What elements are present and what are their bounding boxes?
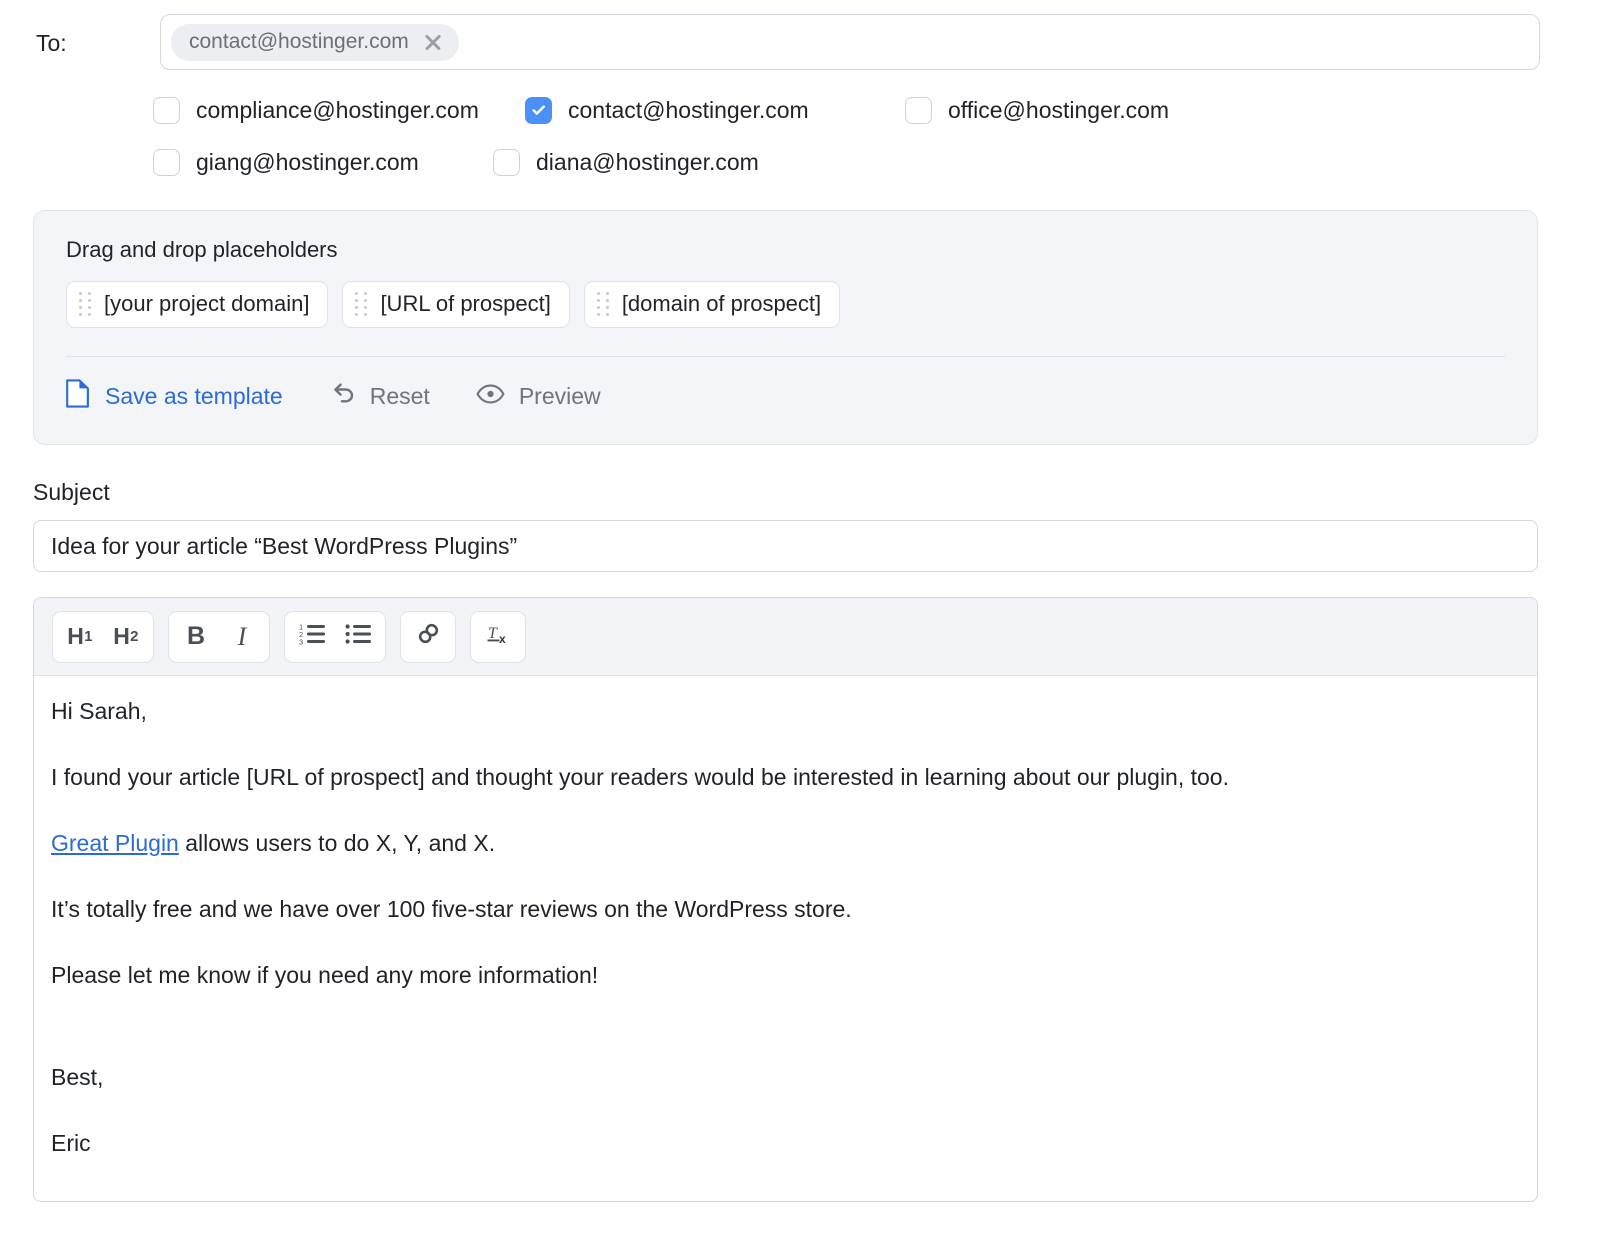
ordered-list-button[interactable]: 1 2 3 — [289, 615, 335, 659]
toolbar-group-inline: B I — [168, 611, 270, 663]
svg-text:x: x — [499, 632, 506, 646]
clear-format-icon: T x — [485, 621, 512, 653]
placeholder-chip-label: [URL of prospect] — [380, 291, 550, 317]
checkbox-icon[interactable] — [153, 149, 180, 176]
close-icon[interactable] — [423, 32, 443, 52]
to-input-field[interactable]: contact@hostinger.com — [160, 14, 1540, 70]
editor-toolbar: H1 H2 B I 1 2 3 — [34, 598, 1537, 676]
to-label: To: — [0, 14, 160, 72]
recipient-option-label: contact@hostinger.com — [568, 97, 809, 124]
placeholder-chip-label: [domain of prospect] — [622, 291, 821, 317]
editor-body[interactable]: Hi Sarah, I found your article [URL of p… — [34, 676, 1537, 1159]
recipient-option-diana[interactable]: diana@hostinger.com — [493, 149, 759, 176]
rich-text-editor: H1 H2 B I 1 2 3 — [33, 597, 1538, 1202]
subject-label: Subject — [33, 479, 1600, 506]
recipient-chip-label: contact@hostinger.com — [189, 30, 409, 54]
svg-text:3: 3 — [299, 637, 303, 646]
recipient-option-office[interactable]: office@hostinger.com — [905, 97, 1169, 124]
recipient-checkbox-list: compliance@hostinger.com contact@hosting… — [0, 72, 1600, 188]
save-as-template-button[interactable]: Save as template — [66, 379, 283, 414]
toolbar-group-headings: H1 H2 — [52, 611, 154, 663]
recipient-option-label: compliance@hostinger.com — [196, 97, 479, 124]
link-icon — [415, 620, 442, 653]
body-paragraph-2: Great Plugin allows users to do X, Y, an… — [51, 828, 1507, 859]
recipient-option-label: office@hostinger.com — [948, 97, 1169, 124]
drag-handle-icon[interactable] — [597, 292, 610, 316]
placeholder-chip-project-domain[interactable]: [your project domain] — [66, 281, 328, 328]
placeholder-chip-label: [your project domain] — [104, 291, 309, 317]
recipient-chip[interactable]: contact@hostinger.com — [171, 24, 459, 61]
numbered-list-icon: 1 2 3 — [299, 622, 326, 652]
toolbar-group-clear: T x — [470, 611, 526, 663]
body-signoff: Best, — [51, 1062, 1507, 1093]
reset-label: Reset — [370, 383, 430, 410]
checkbox-icon[interactable] — [905, 97, 932, 124]
recipient-option-contact[interactable]: contact@hostinger.com — [525, 97, 905, 124]
checkbox-icon[interactable] — [525, 97, 552, 124]
subject-input[interactable]: Idea for your article “Best WordPress Pl… — [33, 520, 1538, 572]
save-as-template-label: Save as template — [105, 383, 283, 410]
placeholder-actions: Save as template Reset — [66, 357, 1505, 414]
recipient-row-1: compliance@hostinger.com contact@hosting… — [153, 84, 1600, 136]
preview-label: Preview — [519, 383, 601, 410]
bullet-list-button[interactable] — [335, 615, 381, 659]
recipient-row-2: giang@hostinger.com diana@hostinger.com — [153, 136, 1600, 188]
body-blank-line — [51, 1026, 1507, 1062]
body-paragraph-1: I found your article [URL of prospect] a… — [51, 762, 1507, 793]
checkbox-icon[interactable] — [153, 97, 180, 124]
italic-button[interactable]: I — [219, 615, 265, 659]
heading-2-label: H — [113, 623, 130, 650]
svg-text:T: T — [488, 625, 498, 642]
placeholder-chip-url-of-prospect[interactable]: [URL of prospect] — [342, 281, 569, 328]
recipient-option-compliance[interactable]: compliance@hostinger.com — [153, 97, 525, 124]
reset-button[interactable]: Reset — [329, 380, 430, 413]
drag-handle-icon[interactable] — [355, 292, 368, 316]
toolbar-group-lists: 1 2 3 — [284, 611, 386, 663]
great-plugin-link[interactable]: Great Plugin — [51, 830, 179, 856]
preview-button[interactable]: Preview — [476, 383, 601, 411]
body-paragraph-2-rest: allows users to do X, Y, and X. — [179, 830, 495, 856]
insert-link-button[interactable] — [405, 615, 451, 659]
email-composer: To: contact@hostinger.com compliance@hos… — [0, 0, 1600, 1252]
bullet-list-icon — [345, 622, 372, 652]
toolbar-group-link — [400, 611, 456, 663]
clear-formatting-button[interactable]: T x — [475, 615, 521, 659]
recipient-option-label: giang@hostinger.com — [196, 149, 419, 176]
placeholder-chip-list: [your project domain] [URL of prospect] … — [66, 281, 1505, 328]
placeholder-chip-domain-of-prospect[interactable]: [domain of prospect] — [584, 281, 840, 328]
heading-1-label: H — [67, 623, 84, 650]
heading-2-button[interactable]: H2 — [103, 615, 149, 659]
heading-1-sub: 1 — [84, 628, 93, 645]
to-row: To: contact@hostinger.com — [0, 0, 1600, 72]
drag-handle-icon[interactable] — [79, 292, 92, 316]
document-icon — [66, 379, 91, 414]
placeholders-title: Drag and drop placeholders — [66, 237, 1505, 263]
bold-button[interactable]: B — [173, 615, 219, 659]
body-paragraph-4: Please let me know if you need any more … — [51, 960, 1507, 991]
body-greeting: Hi Sarah, — [51, 696, 1507, 727]
eye-icon — [476, 383, 505, 411]
body-paragraph-3: It’s totally free and we have over 100 f… — [51, 894, 1507, 925]
recipient-option-giang[interactable]: giang@hostinger.com — [153, 149, 493, 176]
heading-2-sub: 2 — [130, 628, 139, 645]
checkbox-icon[interactable] — [493, 149, 520, 176]
subject-value: Idea for your article “Best WordPress Pl… — [51, 533, 517, 560]
undo-arrow-icon — [329, 380, 356, 413]
heading-1-button[interactable]: H1 — [57, 615, 103, 659]
recipient-option-label: diana@hostinger.com — [536, 149, 759, 176]
body-signature: Eric — [51, 1128, 1507, 1159]
placeholders-panel: Drag and drop placeholders [your project… — [33, 210, 1538, 445]
